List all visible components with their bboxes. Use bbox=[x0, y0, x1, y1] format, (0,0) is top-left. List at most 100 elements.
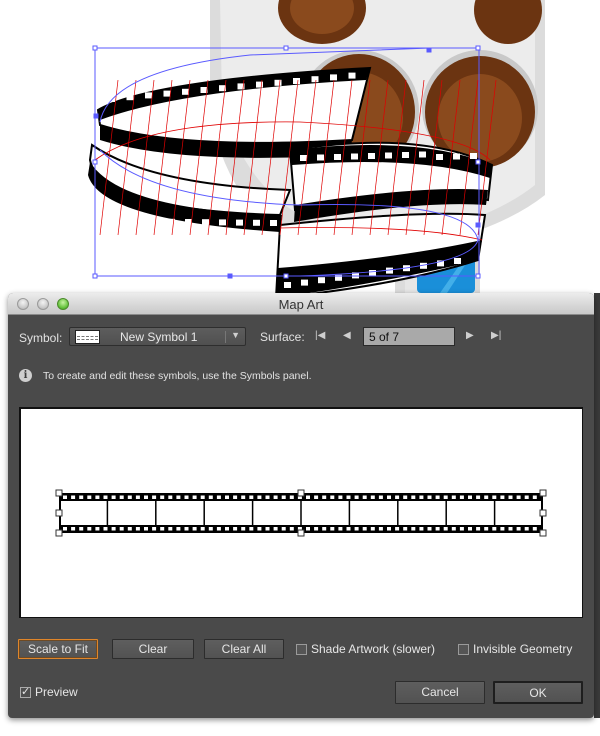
selection-handle bbox=[92, 45, 98, 51]
sprocket-hole bbox=[311, 76, 319, 83]
sprocket-hole bbox=[293, 78, 300, 84]
checkbox-box[interactable] bbox=[458, 643, 469, 655]
sprocket-hole bbox=[273, 495, 278, 499]
checkbox-box-checked[interactable] bbox=[20, 685, 31, 698]
selection-handle bbox=[283, 273, 289, 279]
selection-handle bbox=[283, 45, 289, 51]
symbol-label: Symbol: bbox=[19, 331, 63, 345]
previous-surface-icon[interactable]: ◀ bbox=[343, 329, 351, 343]
sprocket-hole bbox=[443, 495, 448, 499]
sprocket-hole bbox=[451, 495, 456, 499]
sprocket-hole bbox=[484, 527, 489, 531]
sprocket-hole bbox=[454, 258, 461, 264]
sprocket-hole bbox=[354, 527, 359, 531]
surface-field[interactable]: 5 of 7 bbox=[363, 327, 455, 346]
sprocket-hole bbox=[338, 527, 343, 531]
sprocket-hole bbox=[362, 495, 367, 499]
sprocket-hole bbox=[71, 527, 76, 531]
sprocket-hole bbox=[300, 155, 307, 161]
sprocket-hole bbox=[306, 527, 310, 531]
selection-handle bbox=[475, 159, 481, 165]
cancel-button[interactable]: Cancel bbox=[395, 681, 485, 704]
sprocket-hole bbox=[168, 495, 173, 499]
sprocket-hole bbox=[176, 527, 181, 531]
clear-all-button[interactable]: Clear All bbox=[204, 639, 284, 659]
invisible-geometry-checkbox[interactable]: Invisible Geometry bbox=[458, 642, 572, 656]
sprocket-hole bbox=[301, 279, 308, 286]
sprocket-hole bbox=[402, 152, 409, 158]
sprocket-hole bbox=[119, 495, 124, 499]
sprocket-hole bbox=[427, 527, 432, 531]
sprocket-hole bbox=[322, 495, 327, 499]
sprocket-hole bbox=[119, 527, 124, 531]
sprocket-hole bbox=[273, 527, 278, 531]
sprocket-hole bbox=[476, 495, 481, 499]
sprocket-hole bbox=[330, 527, 335, 531]
artboard-canvas[interactable] bbox=[0, 0, 600, 293]
symbol-preview-area[interactable] bbox=[19, 407, 583, 618]
sprocket-hole bbox=[87, 495, 92, 499]
sprocket-hole bbox=[192, 495, 197, 499]
sprocket-hole bbox=[492, 527, 497, 531]
sprocket-hole bbox=[370, 495, 375, 499]
sprocket-hole bbox=[219, 219, 226, 226]
sprocket-hole bbox=[151, 218, 158, 225]
symbol-selected-value: New Symbol 1 bbox=[120, 329, 198, 344]
chevron-down-icon[interactable]: ▼ bbox=[231, 330, 240, 340]
sprocket-hole bbox=[184, 495, 189, 499]
sprocket-hole bbox=[314, 527, 319, 531]
sprocket-hole bbox=[236, 219, 243, 226]
sprocket-hole bbox=[103, 527, 108, 531]
sprocket-hole bbox=[145, 92, 152, 99]
info-text: To create and edit these symbols, use th… bbox=[43, 369, 312, 382]
sprocket-hole bbox=[281, 495, 286, 499]
scale-to-fit-button[interactable]: Scale to Fit bbox=[18, 639, 98, 659]
background-app-edge bbox=[594, 293, 600, 718]
dialog-titlebar[interactable]: Map Art bbox=[8, 293, 594, 315]
sprocket-hole bbox=[385, 152, 392, 159]
sprocket-hole bbox=[532, 495, 537, 499]
sprocket-hole bbox=[111, 495, 116, 499]
sprocket-hole bbox=[500, 495, 505, 499]
sprocket-hole bbox=[152, 527, 157, 531]
symbol-dropdown[interactable]: New Symbol 1 ▼ bbox=[69, 327, 246, 346]
sprocket-hole bbox=[95, 495, 100, 499]
sprocket-hole bbox=[524, 527, 529, 531]
sprocket-hole bbox=[368, 153, 375, 159]
sprocket-hole bbox=[233, 527, 238, 531]
sprocket-hole bbox=[202, 219, 209, 226]
sprocket-hole bbox=[127, 495, 132, 499]
sprocket-hole bbox=[484, 495, 489, 499]
sprocket-hole bbox=[176, 495, 181, 499]
sprocket-hole bbox=[443, 527, 448, 531]
sprocket-hole bbox=[135, 527, 140, 531]
first-surface-icon[interactable]: |◀ bbox=[315, 329, 325, 343]
sprocket-hole bbox=[79, 527, 84, 531]
sprocket-hole bbox=[216, 527, 221, 531]
shade-artwork-checkbox[interactable]: Shade Artwork (slower) bbox=[296, 642, 435, 656]
sprocket-hole bbox=[306, 495, 310, 499]
bounding-box-handle bbox=[55, 529, 63, 537]
preview-checkbox[interactable]: Preview bbox=[20, 685, 78, 699]
sprocket-hole bbox=[492, 495, 497, 499]
sprocket-hole bbox=[508, 527, 513, 531]
sprocket-hole bbox=[334, 154, 341, 160]
shade-artwork-label: Shade Artwork (slower) bbox=[311, 642, 436, 656]
ok-button[interactable]: OK bbox=[493, 681, 583, 704]
next-surface-icon[interactable]: ▶ bbox=[466, 329, 474, 343]
sprocket-hole bbox=[289, 527, 294, 531]
sprocket-hole bbox=[281, 527, 286, 531]
sprocket-hole bbox=[163, 90, 171, 97]
last-surface-icon[interactable]: ▶| bbox=[491, 329, 501, 343]
sprocket-hole bbox=[419, 527, 424, 531]
sprocket-hole bbox=[369, 270, 376, 276]
checkbox-box[interactable] bbox=[296, 643, 307, 655]
sprocket-hole bbox=[362, 527, 367, 531]
sprocket-hole bbox=[274, 79, 282, 86]
sprocket-hole bbox=[200, 527, 205, 531]
clear-button[interactable]: Clear bbox=[112, 639, 194, 659]
sprocket-hole bbox=[270, 220, 277, 226]
sprocket-hole bbox=[233, 495, 238, 499]
sprocket-hole bbox=[216, 495, 221, 499]
sprocket-hole bbox=[419, 495, 424, 499]
